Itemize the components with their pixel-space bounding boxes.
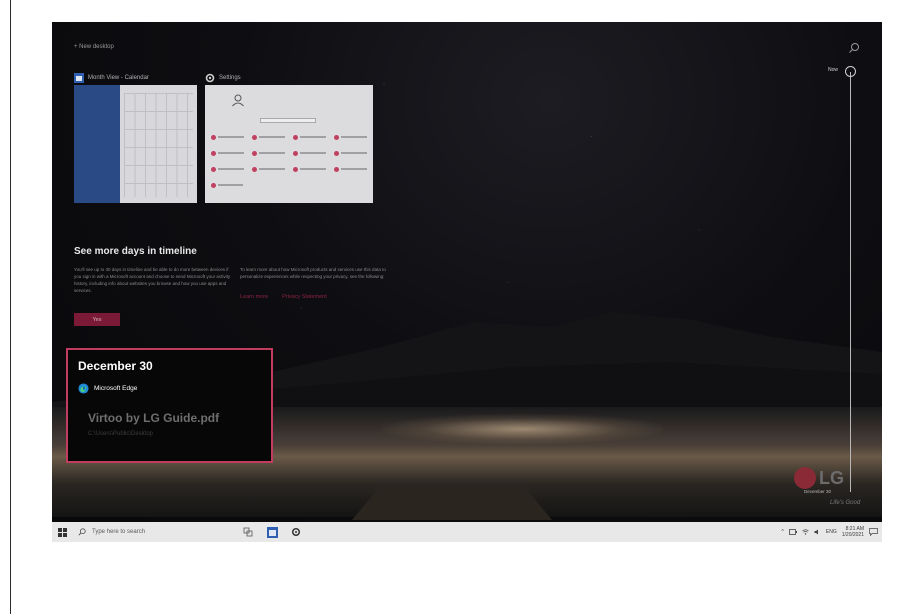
activity-file-name[interactable]: Virtoo by LG Guide.pdf xyxy=(88,411,219,425)
volume-icon[interactable] xyxy=(814,529,821,535)
notifications-icon[interactable] xyxy=(869,528,878,536)
new-desktop-label: + New desktop xyxy=(74,44,114,50)
pier xyxy=(352,484,552,520)
activity-card[interactable]: December 30 Microsoft Edge Virtoo by LG … xyxy=(66,348,273,463)
activity-app-row: Microsoft Edge xyxy=(78,383,137,394)
margin-rule xyxy=(10,0,11,614)
calendar-app-icon xyxy=(266,526,278,538)
wifi-icon[interactable] xyxy=(802,529,809,535)
gear-icon xyxy=(205,73,215,83)
gear-icon xyxy=(291,527,301,537)
calendar-sidebar xyxy=(74,85,120,203)
settings-search-field xyxy=(260,118,316,123)
settings-taskbar-button[interactable] xyxy=(290,526,302,538)
task-view-screen: + New desktop Month View - Calendar Sett… xyxy=(52,22,882,542)
calendar-app-icon xyxy=(74,73,84,83)
activity-file-path: C:\Users\Public\Desktop xyxy=(88,431,154,437)
show-hidden-icons-icon[interactable]: ^ xyxy=(782,529,784,535)
taskbar-clock[interactable]: 8:21 AM 1/20/2021 xyxy=(842,526,864,538)
timeline-date-marker: December 30 xyxy=(804,489,832,494)
settings-window-label: Settings xyxy=(219,75,241,81)
taskbar-search-placeholder: Type here to search xyxy=(92,529,146,535)
input-language[interactable]: ENG xyxy=(826,529,837,535)
calendar-window-thumbnail[interactable] xyxy=(74,85,197,203)
system-tray: ^ ENG 8:21 AM 1/20/2021 xyxy=(782,522,878,542)
timeline-now-label: Now xyxy=(828,67,839,73)
settings-row-2 xyxy=(211,149,367,157)
timeline-promo-body: You'll see up to 30 days in timeline and… xyxy=(74,267,231,293)
task-view-icon xyxy=(243,527,253,537)
calendar-window-title[interactable]: Month View - Calendar xyxy=(74,73,149,83)
clock-date: 1/20/2021 xyxy=(841,532,864,538)
timeline-scrubber-track[interactable] xyxy=(850,72,851,492)
lg-tagline: Life's Good xyxy=(830,500,861,506)
edge-browser-icon xyxy=(78,383,89,394)
yes-button[interactable]: Yes xyxy=(74,313,120,326)
windows-logo-icon xyxy=(57,527,67,537)
lg-logo: LG xyxy=(794,467,844,489)
page: + New desktop Month View - Calendar Sett… xyxy=(0,0,912,614)
battery-icon[interactable] xyxy=(789,529,797,535)
settings-row-4 xyxy=(211,181,243,189)
sunset-glow xyxy=(382,414,662,444)
timeline-scrubber-handle[interactable] xyxy=(845,66,856,77)
new-desktop-button[interactable]: + New desktop xyxy=(74,44,114,50)
settings-window-thumbnail[interactable] xyxy=(205,85,373,203)
task-view-button[interactable] xyxy=(242,526,254,538)
settings-row-3 xyxy=(211,165,367,173)
settings-window-title[interactable]: Settings xyxy=(205,73,241,83)
timeline-privacy-text: To learn more about how Microsoft produc… xyxy=(240,267,386,279)
taskbar: Type here to search ^ ENG 8:21 AM 1/20/2… xyxy=(52,522,882,542)
calendar-taskbar-button[interactable] xyxy=(266,526,278,538)
lg-logo-text: LG xyxy=(819,467,844,488)
calendar-window-label: Month View - Calendar xyxy=(88,75,149,81)
search-icon xyxy=(78,528,86,536)
taskbar-pinned-apps xyxy=(242,522,302,542)
settings-row-1 xyxy=(211,133,367,141)
activity-date-heading: December 30 xyxy=(78,359,153,373)
user-avatar-icon xyxy=(232,94,244,107)
start-button[interactable] xyxy=(52,522,72,542)
privacy-statement-link[interactable]: Privacy Statement xyxy=(282,294,327,300)
activity-app-name: Microsoft Edge xyxy=(94,385,138,392)
calendar-month-grid xyxy=(124,93,193,197)
timeline-promo-links: Learn more Privacy Statement xyxy=(240,294,327,300)
learn-more-link[interactable]: Learn more xyxy=(240,294,268,300)
taskbar-search-box[interactable]: Type here to search xyxy=(72,522,232,542)
lg-logo-icon xyxy=(794,467,816,489)
timeline-promo-heading: See more days in timeline xyxy=(74,246,197,257)
search-icon[interactable] xyxy=(848,42,860,54)
